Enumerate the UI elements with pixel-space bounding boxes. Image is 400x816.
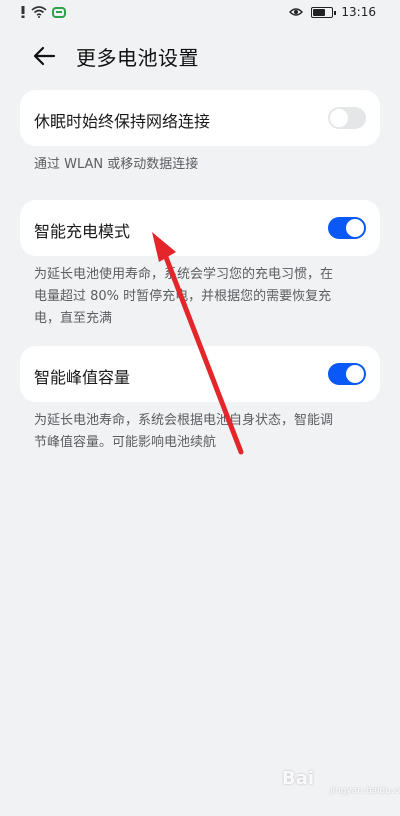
header: 更多电池设置	[0, 36, 400, 76]
setting-label-peak-capacity: 智能峰值容量	[34, 368, 131, 387]
network-toggle[interactable]	[328, 107, 366, 129]
setting-card-smart-charge[interactable]: 智能充电模式	[20, 200, 380, 256]
eye-icon	[289, 8, 304, 16]
baidu-watermark: Bai jingyan.baidu.com	[282, 760, 400, 804]
status-left	[20, 6, 66, 18]
status-time: 13:16	[341, 5, 376, 19]
watermark-text: Bai	[282, 768, 315, 789]
message-icon	[52, 6, 66, 18]
setting-desc-network: 通过 WLAN 或移动数据连接	[34, 157, 199, 172]
setting-label-network: 休眠时始终保持网络连接	[34, 112, 211, 131]
alert-icon	[21, 6, 25, 18]
setting-card-network[interactable]: 休眠时始终保持网络连接	[20, 90, 380, 146]
smart-charge-toggle[interactable]	[328, 217, 366, 239]
status-bar: 13:16	[0, 0, 400, 28]
toggle-knob	[346, 219, 364, 237]
toggle-knob	[330, 109, 348, 127]
desc-line: 节峰值容量。可能影响电池续航	[34, 435, 217, 450]
wifi-icon	[31, 6, 47, 18]
arrow-left-icon[interactable]	[28, 40, 60, 72]
toggle-knob	[346, 365, 364, 383]
battery-icon	[311, 6, 337, 18]
watermark-sub: jingyan.baidu.com	[330, 786, 400, 796]
status-right: 13:16	[289, 5, 376, 19]
desc-line: 电量超过 80% 时暂停充电，并根据您的需要恢复充	[34, 289, 332, 304]
desc-line: 为延长电池使用寿命，系统会学习您的充电习惯，在	[34, 267, 334, 282]
desc-line: 为延长电池寿命，系统会根据电池自身状态，智能调	[34, 413, 334, 428]
setting-desc-peak-capacity: 为延长电池寿命，系统会根据电池自身状态，智能调 节峰值容量。可能影响电池续航	[34, 410, 374, 454]
desc-line: 电，直至充满	[34, 311, 113, 326]
page-title: 更多电池设置	[76, 46, 199, 70]
setting-label-smart-charge: 智能充电模式	[34, 222, 131, 241]
setting-desc-smart-charge: 为延长电池使用寿命，系统会学习您的充电习惯，在 电量超过 80% 时暂停充电，并…	[34, 264, 374, 330]
setting-card-peak-capacity[interactable]: 智能峰值容量	[20, 346, 380, 402]
peak-capacity-toggle[interactable]	[328, 363, 366, 385]
